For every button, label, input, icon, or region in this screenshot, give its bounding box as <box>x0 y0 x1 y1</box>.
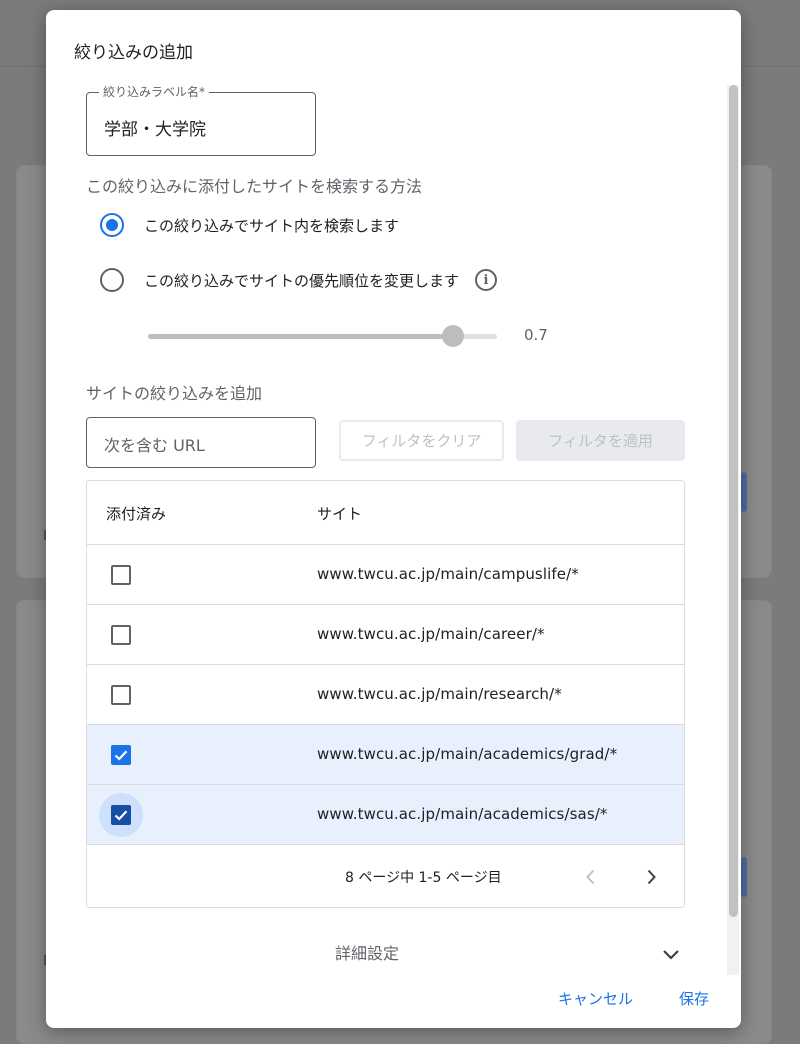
radio-reprioritize-sites-label: この絞り込みでサイトの優先順位を変更します <box>144 271 460 290</box>
site-cell: www.twcu.ac.jp/main/academics/sas/* <box>317 805 608 823</box>
table-pagination: 8 ページ中 1-5 ページ目 <box>87 845 684 907</box>
attach-checkbox-container[interactable] <box>99 553 143 597</box>
site-cell: www.twcu.ac.jp/main/campuslife/* <box>317 565 579 583</box>
checkbox-checked[interactable] <box>111 805 131 825</box>
chevron-left-icon <box>586 869 595 885</box>
attach-checkbox-container[interactable] <box>99 613 143 657</box>
refinement-label-field-label: 絞り込みラベル名* <box>99 85 210 99</box>
sites-table: 添付済み サイト www.twcu.ac.jp/main/campuslife/… <box>86 480 685 908</box>
site-cell: www.twcu.ac.jp/main/academics/grad/* <box>317 745 618 763</box>
advanced-settings-toggle[interactable]: 詳細設定 <box>86 934 686 974</box>
priority-slider-thumb[interactable] <box>442 325 465 347</box>
info-icon[interactable]: i <box>475 269 498 291</box>
checkbox-checked[interactable] <box>111 745 131 765</box>
pagination-text: 8 ページ中 1-5 ページ目 <box>345 870 502 886</box>
dialog-scrollbar-thumb[interactable] <box>729 85 738 917</box>
next-page-button[interactable] <box>633 859 669 895</box>
background-button-2 <box>741 857 747 897</box>
add-refinement-dialog: 絞り込みの追加 絞り込みラベル名* 学部・大学院 この絞り込みに添付したサイトを… <box>46 10 741 1028</box>
site-filter-heading: サイトの絞り込みを追加 <box>86 384 263 403</box>
cancel-button[interactable]: キャンセル <box>558 988 633 1009</box>
table-row-selected: www.twcu.ac.jp/main/academics/grad/* <box>87 725 684 785</box>
url-filter-input[interactable]: 次を含む URL <box>86 417 316 468</box>
clear-filter-button[interactable]: フィルタをクリア <box>339 420 504 461</box>
advanced-settings-label: 詳細設定 <box>335 944 400 963</box>
save-button[interactable]: 保存 <box>679 988 709 1009</box>
attach-checkbox-container-focused[interactable] <box>99 793 143 837</box>
checkmark-icon <box>114 810 128 821</box>
apply-filter-button[interactable]: フィルタを適用 <box>516 420 685 461</box>
priority-slider-fill <box>148 334 454 339</box>
column-header-attached: 添付済み <box>106 505 167 523</box>
table-row-selected: www.twcu.ac.jp/main/academics/sas/* <box>87 785 684 845</box>
radio-button-selected[interactable] <box>100 213 124 237</box>
background-button-1 <box>741 472 747 512</box>
checkbox-unchecked[interactable] <box>111 685 131 705</box>
radio-search-within-site[interactable]: この絞り込みでサイト内を検索します <box>100 210 399 240</box>
site-cell: www.twcu.ac.jp/main/career/* <box>317 625 545 643</box>
table-header: 添付済み サイト <box>87 481 684 545</box>
table-row: www.twcu.ac.jp/main/campuslife/* <box>87 545 684 605</box>
url-filter-placeholder: 次を含む URL <box>104 436 205 455</box>
radio-search-within-site-label: この絞り込みでサイト内を検索します <box>144 216 400 235</box>
previous-page-button[interactable] <box>573 859 609 895</box>
priority-slider-value: 0.7 <box>524 326 548 344</box>
dialog-title: 絞り込みの追加 <box>74 43 193 63</box>
chevron-down-icon <box>663 950 679 960</box>
table-row: www.twcu.ac.jp/main/research/* <box>87 665 684 725</box>
column-header-site: サイト <box>317 505 363 523</box>
chevron-right-icon <box>647 869 656 885</box>
radio-button-unselected[interactable] <box>100 268 124 292</box>
checkbox-unchecked[interactable] <box>111 565 131 585</box>
table-row: www.twcu.ac.jp/main/career/* <box>87 605 684 665</box>
refinement-label-field[interactable]: 絞り込みラベル名* 学部・大学院 <box>86 85 316 156</box>
radio-reprioritize-sites[interactable]: この絞り込みでサイトの優先順位を変更します i <box>100 265 498 295</box>
site-cell: www.twcu.ac.jp/main/research/* <box>317 685 562 703</box>
search-method-heading: この絞り込みに添付したサイトを検索する方法 <box>86 177 423 196</box>
checkmark-icon <box>114 750 128 761</box>
attach-checkbox-container[interactable] <box>99 673 143 717</box>
refinement-label-field-value: 学部・大学院 <box>104 120 206 140</box>
checkbox-unchecked[interactable] <box>111 625 131 645</box>
attach-checkbox-container[interactable] <box>99 733 143 777</box>
